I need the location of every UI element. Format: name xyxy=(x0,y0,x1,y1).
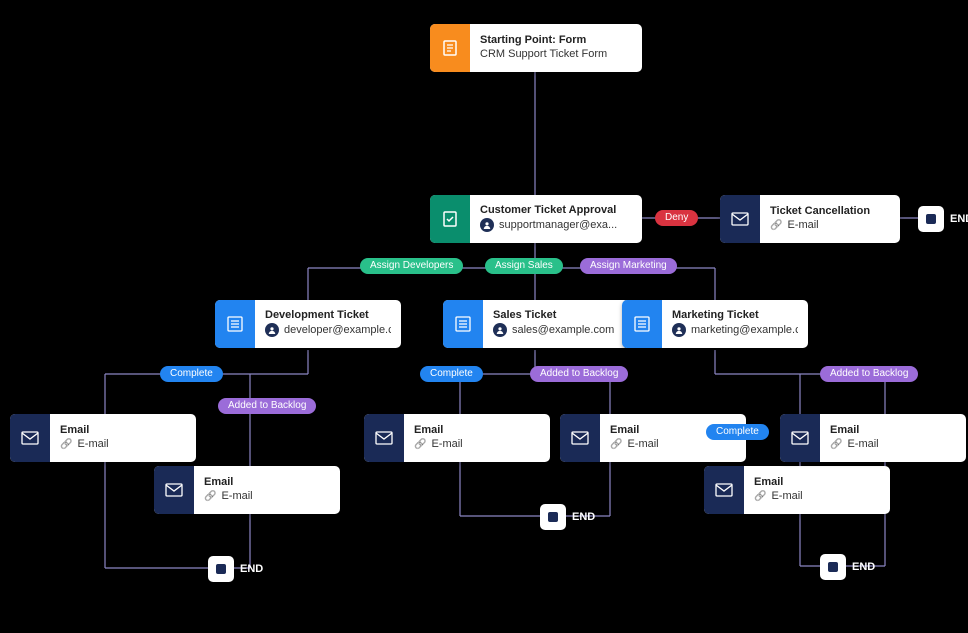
end-node: END xyxy=(208,556,263,582)
node-title: Ticket Cancellation xyxy=(770,205,890,217)
node-subtitle: supportmanager@exa... xyxy=(480,218,632,232)
envelope-icon xyxy=(704,466,744,514)
pill-added-to-backlog[interactable]: Added to Backlog xyxy=(530,366,628,382)
link-icon xyxy=(204,490,216,502)
envelope-icon xyxy=(720,195,760,243)
node-subtitle: E-mail xyxy=(754,490,880,502)
pill-complete[interactable]: Complete xyxy=(420,366,483,382)
pill-assign-sales[interactable]: Assign Sales xyxy=(485,258,563,274)
node-subtitle: E-mail xyxy=(830,438,956,450)
avatar-icon xyxy=(265,323,279,337)
link-icon xyxy=(770,219,782,231)
list-icon xyxy=(622,300,662,348)
node-subtitle: E-mail xyxy=(60,438,186,450)
node-title: Marketing Ticket xyxy=(672,309,798,321)
envelope-icon xyxy=(560,414,600,462)
node-subtitle: E-mail xyxy=(770,219,890,231)
pill-added-to-backlog[interactable]: Added to Backlog xyxy=(218,398,316,414)
avatar-icon xyxy=(672,323,686,337)
node-title: Email xyxy=(204,476,330,488)
link-icon xyxy=(414,438,426,450)
link-icon xyxy=(60,438,72,450)
node-email[interactable]: Email E-mail xyxy=(10,414,196,462)
node-subtitle: CRM Support Ticket Form xyxy=(480,48,632,60)
node-email[interactable]: Email E-mail xyxy=(364,414,550,462)
approval-icon xyxy=(430,195,470,243)
node-email[interactable]: Email E-mail xyxy=(780,414,966,462)
end-label: END xyxy=(950,213,968,225)
node-title: Email xyxy=(830,424,956,436)
node-marketing-ticket[interactable]: Marketing Ticket marketing@example.c... xyxy=(622,300,808,348)
node-subtitle: E-mail xyxy=(414,438,540,450)
envelope-icon xyxy=(364,414,404,462)
node-subtitle: E-mail xyxy=(204,490,330,502)
node-development-ticket[interactable]: Development Ticket developer@example.c..… xyxy=(215,300,401,348)
link-icon xyxy=(610,438,622,450)
node-title: Email xyxy=(414,424,540,436)
node-subtitle: developer@example.c... xyxy=(265,323,391,337)
end-label: END xyxy=(852,561,875,573)
link-icon xyxy=(830,438,842,450)
node-title: Email xyxy=(754,476,880,488)
node-sales-ticket[interactable]: Sales Ticket sales@example.com xyxy=(443,300,629,348)
pill-deny[interactable]: Deny xyxy=(655,210,698,226)
end-node: END xyxy=(918,206,968,232)
end-node: END xyxy=(820,554,875,580)
list-icon xyxy=(443,300,483,348)
node-title: Sales Ticket xyxy=(493,309,619,321)
avatar-icon xyxy=(480,218,494,232)
stop-icon xyxy=(540,504,566,530)
stop-icon xyxy=(820,554,846,580)
envelope-icon xyxy=(154,466,194,514)
node-customer-approval[interactable]: Customer Ticket Approval supportmanager@… xyxy=(430,195,642,243)
envelope-icon xyxy=(10,414,50,462)
node-title: Starting Point: Form xyxy=(480,34,632,46)
pill-added-to-backlog[interactable]: Added to Backlog xyxy=(820,366,918,382)
node-title: Development Ticket xyxy=(265,309,391,321)
node-starting-point[interactable]: Starting Point: Form CRM Support Ticket … xyxy=(430,24,642,72)
node-title: Email xyxy=(60,424,186,436)
stop-icon xyxy=(208,556,234,582)
form-icon xyxy=(430,24,470,72)
envelope-icon xyxy=(780,414,820,462)
pill-complete[interactable]: Complete xyxy=(160,366,223,382)
avatar-icon xyxy=(493,323,507,337)
pill-assign-developers[interactable]: Assign Developers xyxy=(360,258,463,274)
end-label: END xyxy=(572,511,595,523)
node-email[interactable]: Email E-mail xyxy=(154,466,340,514)
pill-complete[interactable]: Complete xyxy=(706,424,769,440)
node-email[interactable]: Email E-mail xyxy=(704,466,890,514)
list-icon xyxy=(215,300,255,348)
pill-assign-marketing[interactable]: Assign Marketing xyxy=(580,258,677,274)
end-label: END xyxy=(240,563,263,575)
node-title: Customer Ticket Approval xyxy=(480,204,632,216)
node-subtitle: sales@example.com xyxy=(493,323,619,337)
node-ticket-cancellation[interactable]: Ticket Cancellation E-mail xyxy=(720,195,900,243)
stop-icon xyxy=(918,206,944,232)
link-icon xyxy=(754,490,766,502)
end-node: END xyxy=(540,504,595,530)
node-subtitle: marketing@example.c... xyxy=(672,323,798,337)
